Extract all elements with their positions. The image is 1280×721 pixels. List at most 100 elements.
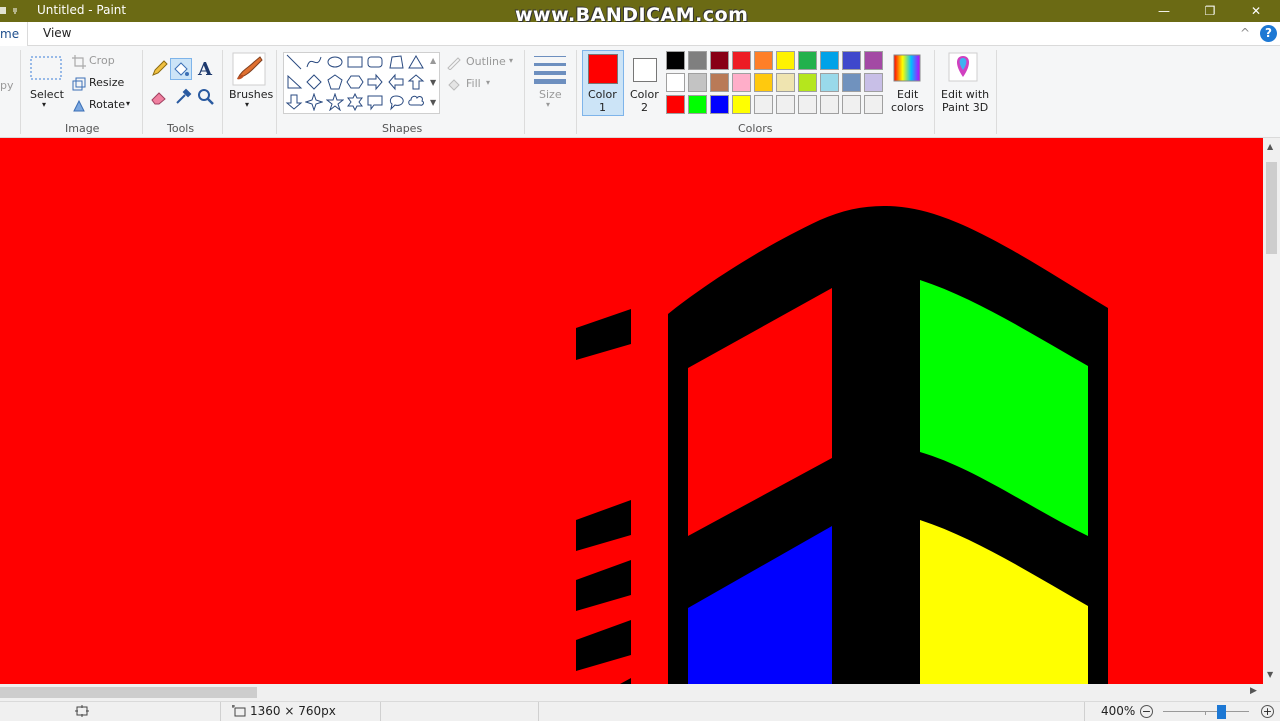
paint3d-icon[interactable]: [948, 52, 978, 86]
six-point-star-shape-icon[interactable]: [346, 92, 364, 112]
rotate-dropdown-icon[interactable]: ▾: [126, 99, 130, 108]
zoom-in-button[interactable]: +: [1261, 705, 1274, 718]
edit-colors-icon[interactable]: [893, 54, 921, 86]
fill-bucket-icon[interactable]: [170, 58, 192, 80]
palette-swatch[interactable]: [732, 95, 751, 114]
vertical-scroll-thumb[interactable]: [1266, 162, 1277, 254]
color2-label[interactable]: Color: [630, 88, 659, 101]
tab-home[interactable]: me: [0, 22, 28, 46]
crop-button[interactable]: Crop: [89, 54, 115, 67]
curve-shape-icon[interactable]: [305, 53, 323, 71]
cloud-callout-shape-icon[interactable]: [407, 93, 425, 111]
select-dropdown-icon[interactable]: ▾: [42, 100, 46, 109]
palette-swatch[interactable]: [820, 73, 839, 92]
pencil-icon[interactable]: [150, 60, 168, 82]
palette-swatch[interactable]: [732, 51, 751, 70]
outline-button[interactable]: Outline: [466, 55, 506, 68]
down-arrow-shape-icon[interactable]: [285, 93, 303, 111]
edit-colors-label-2[interactable]: colors: [891, 101, 924, 114]
palette-swatch[interactable]: [798, 95, 817, 114]
palette-swatch[interactable]: [842, 95, 861, 114]
eraser-icon[interactable]: [150, 88, 168, 110]
palette-swatch[interactable]: [710, 51, 729, 70]
copy-label-partial[interactable]: py: [0, 79, 14, 92]
text-tool-icon[interactable]: A: [198, 59, 212, 80]
paint3d-label-1[interactable]: Edit with: [941, 88, 989, 101]
palette-swatch[interactable]: [710, 95, 729, 114]
edit-colors-label-1[interactable]: Edit: [897, 88, 918, 101]
palette-swatch[interactable]: [754, 95, 773, 114]
drawing-canvas[interactable]: [0, 138, 1263, 684]
rect-callout-shape-icon[interactable]: [366, 93, 384, 111]
diamond-shape-icon[interactable]: [305, 73, 323, 91]
select-label[interactable]: Select: [30, 88, 64, 101]
five-point-star-shape-icon[interactable]: [325, 92, 345, 112]
rotate-button[interactable]: Rotate: [89, 98, 125, 111]
maximize-button[interactable]: ❐: [1187, 0, 1233, 22]
fill-dropdown-icon[interactable]: ▾: [486, 78, 490, 87]
palette-swatch[interactable]: [776, 73, 795, 92]
quick-access-toolbar[interactable]: [0, 4, 26, 18]
triangle-shape-icon[interactable]: [407, 53, 425, 71]
palette-swatch[interactable]: [754, 73, 773, 92]
minimize-button[interactable]: —: [1141, 0, 1187, 22]
palette-swatch[interactable]: [864, 73, 883, 92]
oval-callout-shape-icon[interactable]: [387, 93, 405, 111]
outline-dropdown-icon[interactable]: ▾: [509, 56, 513, 65]
magnifier-icon[interactable]: [197, 88, 215, 110]
fill-button[interactable]: Fill: [466, 77, 481, 90]
brushes-button[interactable]: Brushes: [229, 88, 273, 101]
palette-swatch[interactable]: [754, 51, 773, 70]
scroll-up-icon[interactable]: ▲: [1267, 142, 1273, 151]
palette-swatch[interactable]: [842, 51, 861, 70]
horizontal-scrollbar[interactable]: ▶: [0, 684, 1263, 701]
palette-swatch[interactable]: [688, 95, 707, 114]
paint3d-label-2[interactable]: Paint 3D: [942, 101, 988, 114]
zoom-out-button[interactable]: −: [1140, 705, 1153, 718]
zoom-slider-thumb[interactable]: [1217, 705, 1226, 719]
palette-swatch[interactable]: [732, 73, 751, 92]
right-triangle-shape-icon[interactable]: [285, 73, 303, 91]
palette-swatch[interactable]: [710, 73, 729, 92]
polygon-shape-icon[interactable]: [387, 53, 405, 71]
close-button[interactable]: ✕: [1233, 0, 1279, 22]
brushes-icon[interactable]: [232, 52, 266, 90]
palette-swatch[interactable]: [864, 95, 883, 114]
up-arrow-shape-icon[interactable]: [407, 73, 425, 91]
vertical-scrollbar[interactable]: ▲ ▼: [1263, 138, 1280, 684]
hexagon-shape-icon[interactable]: [346, 73, 364, 91]
color2-swatch[interactable]: [633, 58, 657, 82]
line-shape-icon[interactable]: [285, 53, 303, 71]
shapes-scroll-down-icon[interactable]: ▼: [430, 78, 436, 87]
tab-view[interactable]: View: [43, 26, 71, 40]
palette-swatch[interactable]: [820, 95, 839, 114]
right-arrow-shape-icon[interactable]: [366, 73, 384, 91]
palette-swatch[interactable]: [798, 51, 817, 70]
palette-swatch[interactable]: [798, 73, 817, 92]
palette-swatch[interactable]: [666, 95, 685, 114]
size-icon[interactable]: [534, 54, 566, 88]
shapes-expand-icon[interactable]: ▼: [430, 98, 436, 107]
select-button[interactable]: [30, 56, 62, 86]
shapes-scroll-up-icon[interactable]: ▲: [430, 56, 436, 65]
scroll-right-icon[interactable]: ▶: [1250, 686, 1257, 696]
pentagon-shape-icon[interactable]: [326, 73, 344, 91]
palette-swatch[interactable]: [666, 73, 685, 92]
rounded-rectangle-shape-icon[interactable]: [366, 53, 384, 71]
palette-swatch[interactable]: [842, 73, 861, 92]
rectangle-shape-icon[interactable]: [346, 53, 364, 71]
size-button[interactable]: Size: [539, 88, 562, 101]
four-point-star-shape-icon[interactable]: [304, 92, 324, 112]
size-dropdown-icon[interactable]: ▾: [546, 100, 550, 109]
palette-swatch[interactable]: [776, 51, 795, 70]
palette-swatch[interactable]: [776, 95, 795, 114]
color1-swatch[interactable]: [588, 54, 618, 84]
color-picker-icon[interactable]: [174, 88, 192, 110]
zoom-slider-track[interactable]: [1163, 711, 1249, 712]
brushes-dropdown-icon[interactable]: ▾: [245, 100, 249, 109]
palette-swatch[interactable]: [820, 51, 839, 70]
quick-access-dropdown-icon[interactable]: [0, 4, 26, 18]
palette-swatch[interactable]: [864, 51, 883, 70]
left-arrow-shape-icon[interactable]: [387, 73, 405, 91]
horizontal-scroll-thumb[interactable]: [0, 687, 257, 698]
